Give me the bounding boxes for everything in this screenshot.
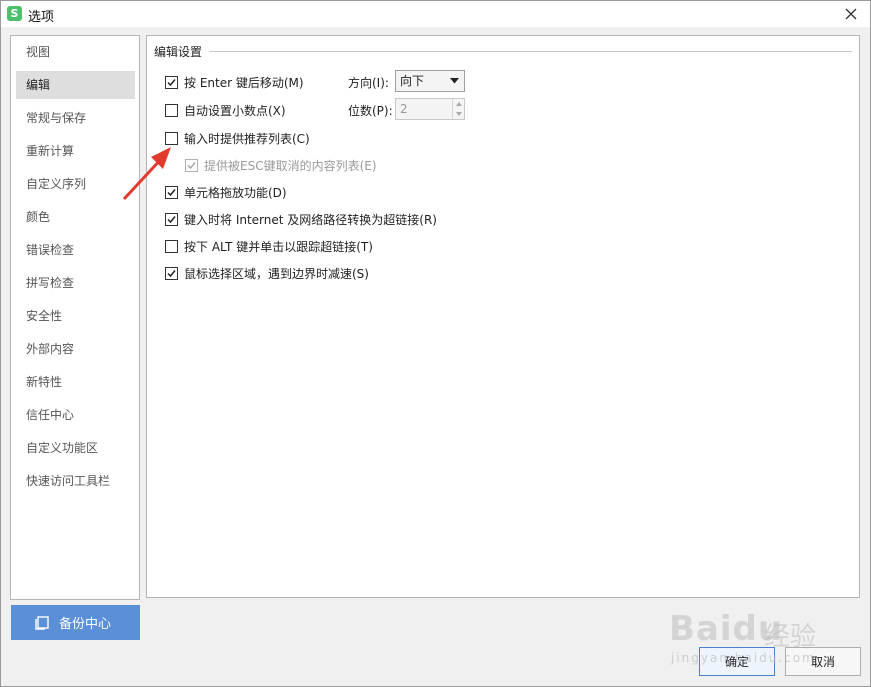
sidebar-item-trust-center[interactable]: 信任中心	[16, 401, 135, 429]
sidebar-item-new-features[interactable]: 新特性	[16, 368, 135, 396]
option-label: 按 Enter 键后移动(M)	[184, 76, 304, 90]
option-label: 单元格拖放功能(D)	[184, 186, 287, 200]
sidebar-item-edit[interactable]: 编辑	[16, 71, 135, 99]
option-esc-cancel-list: 提供被ESC键取消的内容列表(E)	[185, 157, 377, 174]
cancel-button[interactable]: 取消	[785, 647, 861, 676]
edit-settings-panel	[146, 35, 860, 598]
option-alt-click-hyperlink[interactable]: 按下 ALT 键并单击以跟踪超链接(T)	[165, 238, 373, 255]
checkmark-icon	[167, 216, 176, 224]
title-bar: S 选项	[1, 1, 870, 27]
option-drag-drop[interactable]: 单元格拖放功能(D)	[165, 184, 287, 201]
window-title: 选项	[28, 10, 55, 25]
option-suggest-list[interactable]: 输入时提供推荐列表(C)	[165, 130, 310, 147]
direction-label: 方向(I):	[348, 76, 389, 90]
section-divider	[209, 51, 852, 52]
option-label: 输入时提供推荐列表(C)	[184, 132, 310, 146]
backup-icon	[35, 615, 49, 630]
direction-value: 向下	[400, 74, 425, 88]
checkbox[interactable]	[165, 240, 178, 253]
option-label: 鼠标选择区域，遇到边界时减速(S)	[184, 267, 369, 281]
decimals-stepper: 2	[395, 98, 465, 120]
option-label: 提供被ESC键取消的内容列表(E)	[204, 159, 377, 173]
ok-button[interactable]: 确定	[699, 647, 775, 676]
sidebar-item-recalculate[interactable]: 重新计算	[16, 137, 135, 165]
decimals-label: 位数(P):	[348, 104, 393, 118]
sidebar-item-security[interactable]: 安全性	[16, 302, 135, 330]
sidebar-item-general-save[interactable]: 常规与保存	[16, 104, 135, 132]
option-move-after-enter[interactable]: 按 Enter 键后移动(M)	[165, 74, 304, 91]
watermark-logo: Baidu	[669, 609, 784, 649]
checkmark-icon	[187, 162, 196, 170]
sidebar-item-custom-lists[interactable]: 自定义序列	[16, 170, 135, 198]
annotation-arrow-icon	[122, 147, 171, 201]
close-icon	[845, 8, 857, 20]
option-label: 键入时将 Internet 及网络路径转换为超链接(R)	[184, 213, 437, 227]
sidebar-item-error-check[interactable]: 错误检查	[16, 236, 135, 264]
checkbox[interactable]	[165, 213, 178, 226]
close-button[interactable]	[840, 4, 862, 24]
checkbox	[185, 159, 198, 172]
sidebar-item-color[interactable]: 颜色	[16, 203, 135, 231]
backup-center-label: 备份中心	[59, 617, 112, 632]
section-title: 编辑设置	[154, 43, 207, 60]
option-auto-decimal[interactable]: 自动设置小数点(X)	[165, 102, 286, 119]
app-logo-icon: S	[7, 6, 22, 21]
sidebar-item-customize-ribbon[interactable]: 自定义功能区	[16, 434, 135, 462]
sidebar-item-external-content[interactable]: 外部内容	[16, 335, 135, 363]
stepper-buttons	[452, 99, 464, 119]
stepper-down-icon	[455, 112, 462, 116]
checkbox[interactable]	[165, 76, 178, 89]
option-auto-hyperlink[interactable]: 键入时将 Internet 及网络路径转换为超链接(R)	[165, 211, 437, 228]
checkmark-icon	[167, 270, 176, 278]
checkbox[interactable]	[165, 267, 178, 280]
category-sidebar: 视图 编辑 常规与保存 重新计算 自定义序列 颜色 错误检查 拼写检查 安全性 …	[10, 35, 140, 600]
option-mouse-slowdown[interactable]: 鼠标选择区域，遇到边界时减速(S)	[165, 265, 369, 282]
options-dialog: S 选项 视图 编辑 常规与保存 重新计算 自定义序列 颜色 错误检查 拼写检查…	[0, 0, 871, 687]
option-label: 自动设置小数点(X)	[184, 104, 286, 118]
option-label: 按下 ALT 键并单击以跟踪超链接(T)	[184, 240, 373, 254]
sidebar-item-quick-access-toolbar[interactable]: 快速访问工具栏	[16, 467, 135, 495]
dropdown-arrow-icon	[450, 78, 459, 84]
backup-center-button[interactable]: 备份中心	[11, 605, 140, 640]
checkmark-icon	[167, 79, 176, 87]
decimals-value: 2	[400, 102, 408, 116]
sidebar-item-spell-check[interactable]: 拼写检查	[16, 269, 135, 297]
stepper-up-icon	[455, 102, 462, 106]
sidebar-item-view[interactable]: 视图	[16, 38, 135, 66]
checkbox[interactable]	[165, 104, 178, 117]
direction-select[interactable]: 向下	[395, 70, 465, 92]
